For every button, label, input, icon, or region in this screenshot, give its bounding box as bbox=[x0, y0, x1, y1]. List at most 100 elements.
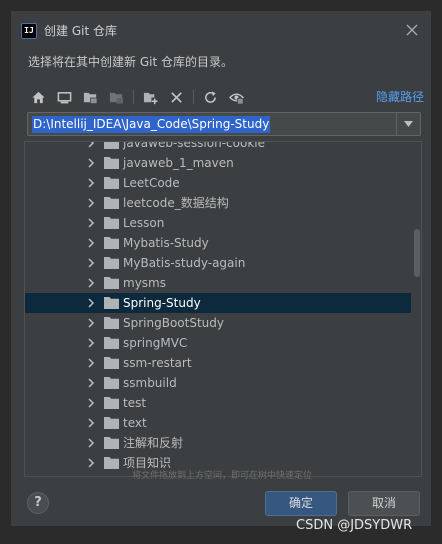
chevron-right-icon[interactable] bbox=[86, 338, 96, 348]
file-chooser-toolbar: 隐藏路径 bbox=[27, 85, 425, 109]
module-folder-icon bbox=[109, 92, 123, 104]
tree-item[interactable]: SpringBootStudy bbox=[25, 313, 411, 333]
hide-path-link[interactable]: 隐藏路径 bbox=[376, 88, 424, 105]
module-folder-button[interactable] bbox=[105, 86, 127, 108]
tree-item-label: 注解和反射 bbox=[123, 436, 184, 450]
title-bar: IJ 创建 Git 仓库 bbox=[11, 11, 431, 51]
folder-icon bbox=[104, 357, 119, 369]
path-combobox[interactable]: D:\Intellij_IDEA\Java_Code\Spring-Study bbox=[27, 112, 421, 136]
refresh-icon bbox=[204, 90, 216, 103]
cancel-button[interactable]: 取消 bbox=[348, 491, 420, 516]
tree-item[interactable]: ssm-restart bbox=[25, 353, 411, 373]
new-folder-button[interactable] bbox=[139, 86, 161, 108]
tree-item-label: Mybatis-Study bbox=[123, 236, 209, 250]
tree-item[interactable]: javaweb_1_maven bbox=[25, 153, 411, 173]
show-hidden-button[interactable] bbox=[225, 86, 247, 108]
tree-item-label: SpringBootStudy bbox=[123, 316, 224, 330]
tree-item-label: mysms bbox=[123, 276, 166, 290]
tree-item-label: javaweb_1_maven bbox=[123, 156, 234, 170]
chevron-right-icon[interactable] bbox=[86, 378, 96, 388]
chevron-right-icon[interactable] bbox=[86, 158, 96, 168]
folder-icon bbox=[104, 297, 119, 309]
folder-icon bbox=[104, 142, 119, 149]
tree-item-label: LeetCode bbox=[123, 176, 180, 190]
close-button[interactable] bbox=[402, 20, 422, 40]
close-icon bbox=[406, 24, 418, 36]
chevron-right-icon[interactable] bbox=[86, 318, 96, 328]
folder-icon bbox=[104, 437, 119, 449]
tree-item-label: text bbox=[123, 416, 147, 430]
tree-item-label: ssm-restart bbox=[123, 356, 192, 370]
create-git-repo-dialog: IJ 创建 Git 仓库 选择将在其中创建新 Git 仓库的目录。 隐藏路径 D… bbox=[10, 10, 432, 527]
chevron-right-icon[interactable] bbox=[86, 398, 96, 408]
tree-item-label: ssmbuild bbox=[123, 376, 177, 390]
ok-button[interactable]: 确定 bbox=[265, 491, 337, 516]
show-hidden-icon bbox=[228, 93, 244, 104]
scrollbar-thumb[interactable] bbox=[414, 229, 420, 277]
delete-button[interactable] bbox=[165, 86, 187, 108]
tree-item-label: test bbox=[123, 396, 147, 410]
folder-icon bbox=[104, 157, 119, 169]
dialog-description: 选择将在其中创建新 Git 仓库的目录。 bbox=[28, 55, 233, 69]
tree-item[interactable]: test bbox=[25, 393, 411, 413]
folder-icon bbox=[104, 257, 119, 269]
tree-item-label: springMVC bbox=[123, 336, 188, 350]
tree-item[interactable]: Lesson bbox=[25, 213, 411, 233]
tree-item[interactable]: text bbox=[25, 413, 411, 433]
tree-item[interactable]: springMVC bbox=[25, 333, 411, 353]
project-folder-button[interactable] bbox=[79, 86, 101, 108]
folder-icon bbox=[104, 277, 119, 289]
tree-item[interactable]: ssmbuild bbox=[25, 373, 411, 393]
refresh-button[interactable] bbox=[199, 86, 221, 108]
tree-item[interactable]: MyBatis-study-again bbox=[25, 253, 411, 273]
tree-item-label: MyBatis-study-again bbox=[123, 256, 246, 270]
tree-item[interactable]: Spring-Study bbox=[25, 293, 411, 313]
tree-item[interactable]: LeetCode bbox=[25, 173, 411, 193]
chevron-right-icon[interactable] bbox=[86, 178, 96, 188]
desktop-button[interactable] bbox=[53, 86, 75, 108]
help-button[interactable]: ? bbox=[27, 492, 49, 514]
desktop-icon bbox=[57, 91, 71, 103]
tree-item[interactable]: mysms bbox=[25, 273, 411, 293]
chevron-right-icon[interactable] bbox=[86, 258, 96, 268]
tree-item-label: Spring-Study bbox=[123, 296, 201, 310]
folder-icon bbox=[104, 197, 119, 209]
folder-icon bbox=[104, 317, 119, 329]
intellij-icon: IJ bbox=[21, 23, 37, 39]
chevron-right-icon[interactable] bbox=[86, 298, 96, 308]
tree-item[interactable]: Mybatis-Study bbox=[25, 233, 411, 253]
directory-tree[interactable]: 项目知识 注解和反射 text test ssmbuild ssm-restart spri… bbox=[24, 141, 422, 477]
chevron-right-icon[interactable] bbox=[86, 238, 96, 248]
tree-item[interactable]: 注解和反射 bbox=[25, 433, 411, 453]
tree-item[interactable]: javaweb-session-cookie bbox=[25, 141, 411, 153]
path-input[interactable]: D:\Intellij_IDEA\Java_Code\Spring-Study bbox=[32, 116, 271, 133]
folder-icon bbox=[104, 237, 119, 249]
new-folder-icon bbox=[143, 92, 158, 104]
drop-hint: 将文件拖放到上方空间，即可在树中快速定位 bbox=[131, 471, 312, 481]
folder-icon bbox=[104, 217, 119, 229]
path-dropdown-button[interactable] bbox=[396, 113, 420, 135]
toolbar-separator bbox=[193, 90, 194, 104]
chevron-right-icon[interactable] bbox=[86, 278, 96, 288]
tree-item[interactable]: leetcode_数据结构 bbox=[25, 193, 411, 213]
chevron-right-icon[interactable] bbox=[86, 418, 96, 428]
folder-icon bbox=[104, 337, 119, 349]
chevron-right-icon[interactable] bbox=[86, 198, 96, 208]
chevron-right-icon[interactable] bbox=[86, 438, 96, 448]
home-button[interactable] bbox=[27, 86, 49, 108]
chevron-right-icon[interactable] bbox=[86, 458, 96, 468]
tree-item-label: Lesson bbox=[123, 216, 165, 230]
tree-item-label: leetcode_数据结构 bbox=[123, 196, 229, 210]
tree-scrollbar[interactable] bbox=[412, 142, 421, 476]
home-icon bbox=[31, 91, 45, 103]
project-folder-icon bbox=[83, 92, 97, 104]
tree-item-label: javaweb-session-cookie bbox=[123, 141, 265, 150]
toolbar-separator bbox=[133, 90, 134, 104]
folder-icon bbox=[104, 177, 119, 189]
watermark: CSDN @JDSYDWR bbox=[296, 518, 413, 533]
dialog-title: 创建 Git 仓库 bbox=[44, 24, 117, 38]
chevron-right-icon[interactable] bbox=[86, 358, 96, 368]
chevron-right-icon[interactable] bbox=[86, 141, 96, 148]
chevron-down-icon bbox=[404, 121, 413, 127]
chevron-right-icon[interactable] bbox=[86, 218, 96, 228]
